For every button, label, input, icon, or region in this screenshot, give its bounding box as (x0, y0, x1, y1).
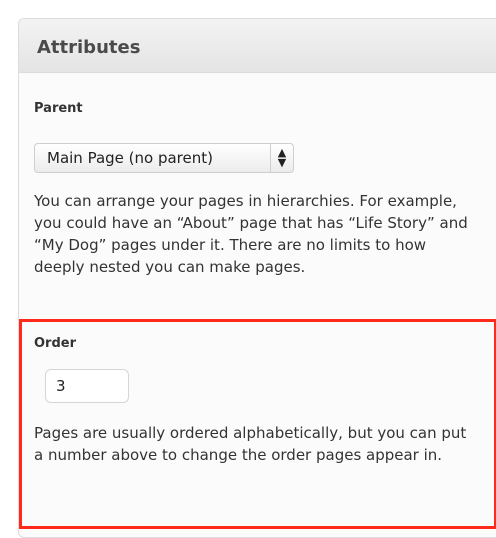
order-description: Pages are usually ordered alphabetically… (34, 424, 467, 464)
order-input[interactable] (45, 369, 129, 403)
parent-select-value: Main Page (no parent) (47, 149, 213, 167)
parent-description: You can arrange your pages in hierarchie… (34, 192, 468, 276)
order-section-highlight: Order Pages are usually ordered alphabet… (19, 319, 496, 529)
panel-title: Attributes (19, 19, 496, 73)
up-down-arrows-icon: ▲ ▼ (277, 146, 287, 169)
parent-label: Parent (34, 97, 494, 116)
order-label: Order (34, 336, 76, 351)
parent-select[interactable]: Main Page (no parent) ▲ ▼ (34, 143, 294, 173)
parent-label-text: Parent (34, 101, 83, 116)
attributes-panel: Attributes Parent Main Page (no parent) … (18, 18, 496, 538)
